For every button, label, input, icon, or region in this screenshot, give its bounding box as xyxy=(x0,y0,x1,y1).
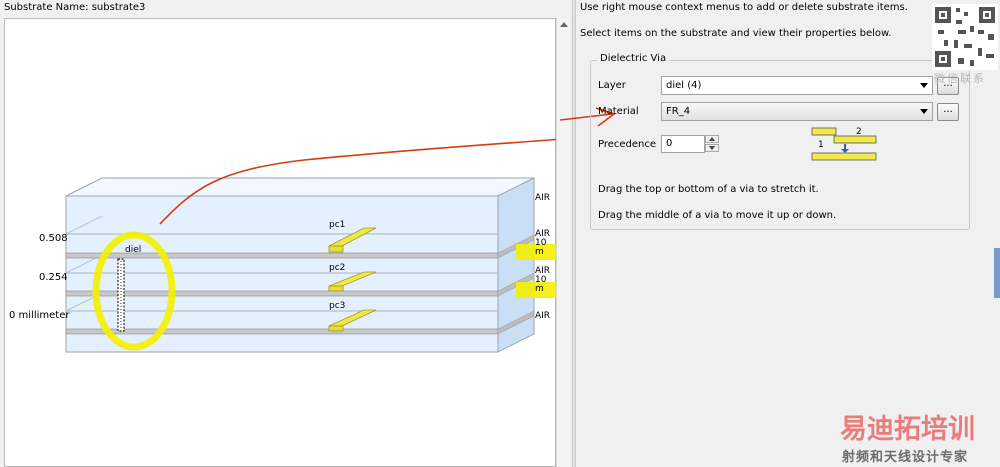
substrate-front-face xyxy=(65,195,499,353)
instruction-line-2: Select items on the substrate and view t… xyxy=(580,28,892,39)
air-label-bottom: AIR xyxy=(535,311,551,321)
vertical-scrollbar[interactable] xyxy=(556,18,570,467)
substrate-3d-view[interactable] xyxy=(4,18,556,467)
precedence-decrement[interactable] xyxy=(705,144,719,152)
help-text-1: Drag the top or bottom of a via to stret… xyxy=(598,184,819,195)
material-select-value: FR_4 xyxy=(666,106,691,117)
pane-splitter[interactable] xyxy=(572,0,576,467)
chevron-down-icon xyxy=(920,109,928,114)
precedence-label: Precedence xyxy=(598,139,657,150)
substrate-right-face xyxy=(497,177,535,353)
watermark-brand: 易迪拓培训 xyxy=(840,414,975,445)
material-label: Material xyxy=(598,106,639,117)
substrate-canvas[interactable]: 0.508 0.254 0 millimeter pc1 pc2 pc3 die… xyxy=(4,18,556,467)
air-label-3: AIR 10 m xyxy=(535,267,555,294)
precedence-input[interactable]: 0 xyxy=(661,135,705,153)
z-label-bottom: 0 millimeter xyxy=(9,310,70,321)
diagram-num-1: 1 xyxy=(818,140,824,150)
side-strip xyxy=(994,248,1000,298)
group-title: Dielectric Via xyxy=(597,53,670,64)
conductor-label-pc2: pc2 xyxy=(329,263,346,273)
watermark-tagline: 射频和天线设计专家 xyxy=(842,450,969,465)
metal-layer-bottom[interactable] xyxy=(65,328,499,335)
z-label-mid: 0.254 xyxy=(39,272,68,283)
substrate-top-face xyxy=(65,177,535,197)
precedence-increment[interactable] xyxy=(705,135,719,143)
air-label-top: AIR xyxy=(535,193,551,203)
z-label-top: 0.508 xyxy=(39,233,68,244)
substrate-name-label: Substrate Name: xyxy=(4,2,89,13)
watermark-wechat: 微信联系 xyxy=(934,72,986,85)
substrate-name-value: substrate3 xyxy=(91,2,146,13)
substrate-name-header: Substrate Name: substrate3 xyxy=(4,2,145,13)
dielectric-via[interactable] xyxy=(117,258,125,332)
layer-label: Layer xyxy=(598,80,626,91)
layer-select-value: diel (4) xyxy=(666,80,702,91)
qr-code-icon xyxy=(932,4,998,70)
conductor-label-pc3: pc3 xyxy=(329,301,346,311)
via-label: diel xyxy=(125,245,142,255)
chevron-down-icon xyxy=(920,83,928,88)
precedence-value: 0 xyxy=(666,138,673,149)
material-select[interactable]: FR_4 xyxy=(661,102,933,121)
precedence-diagram-icon: 2 1 xyxy=(811,127,877,161)
metal-layer-mid[interactable] xyxy=(65,290,499,297)
layer-select[interactable]: diel (4) xyxy=(661,76,933,95)
diagram-num-2: 2 xyxy=(856,127,862,137)
air-label-2: AIR 10 m xyxy=(535,230,555,257)
thickness-label-1: 10 m xyxy=(535,238,547,257)
help-text-2: Drag the middle of a via to move it up o… xyxy=(598,210,837,221)
scroll-up-icon[interactable] xyxy=(560,22,568,27)
instruction-line-1: Use right mouse context menus to add or … xyxy=(580,2,908,13)
thickness-label-2: 10 m xyxy=(535,275,547,294)
material-browse-button[interactable]: ... xyxy=(937,103,959,121)
conductor-label-pc1: pc1 xyxy=(329,220,346,230)
